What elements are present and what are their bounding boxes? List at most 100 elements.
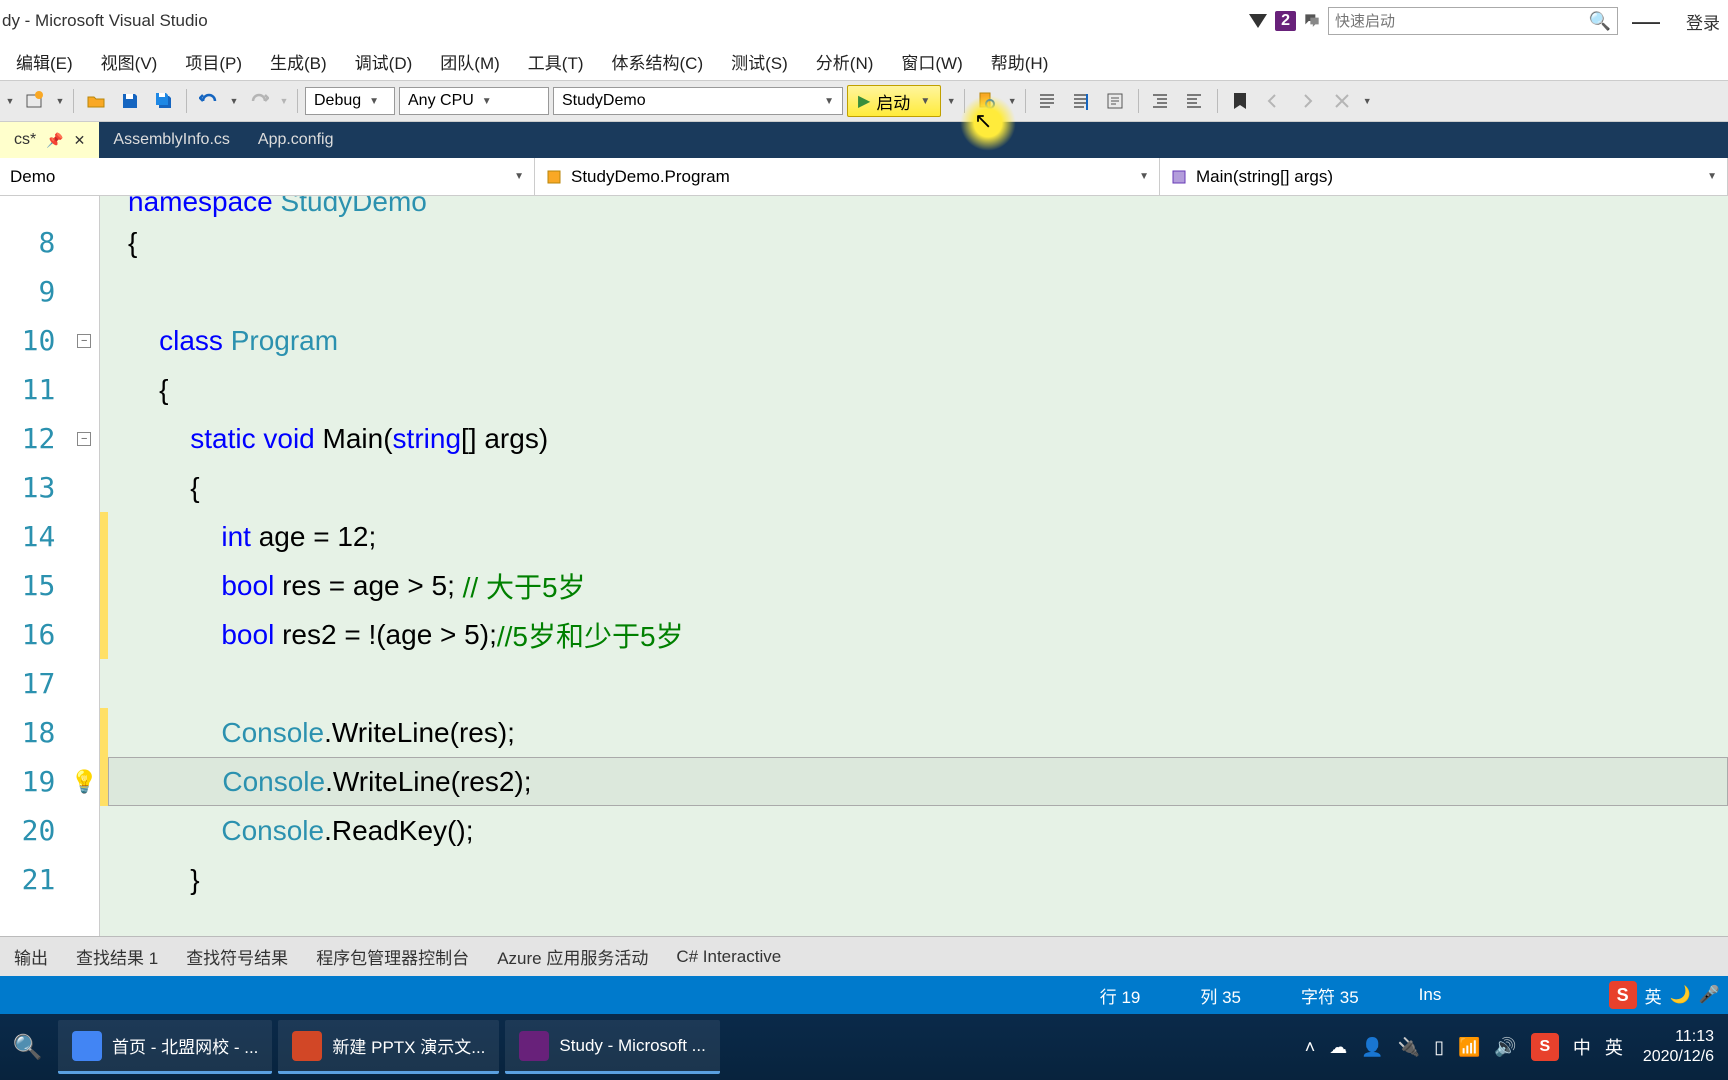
fold-icon[interactable]: − — [77, 432, 91, 446]
ime-badge[interactable]: S — [1609, 981, 1637, 1009]
minimize-button[interactable]: — — [1624, 5, 1668, 37]
tool-tab[interactable]: 输出 — [0, 936, 62, 977]
code-line[interactable]: Console.WriteLine(res2); — [108, 757, 1728, 806]
menu-item[interactable]: 视图(V) — [87, 43, 172, 80]
dropdown-icon[interactable]: ▼ — [1006, 96, 1018, 106]
platform-combo[interactable]: Any CPU▼ — [399, 87, 549, 115]
dropdown-icon[interactable]: ▼ — [278, 96, 290, 106]
onedrive-icon[interactable]: ☁ — [1329, 1037, 1347, 1058]
taskbar-clock[interactable]: 11:13 2020/12/6 — [1637, 1027, 1720, 1067]
code-line[interactable]: } — [108, 855, 1728, 904]
mic-icon[interactable]: 🎤 — [1699, 985, 1720, 1005]
new-project-icon[interactable] — [20, 86, 50, 116]
redo-icon[interactable] — [244, 86, 274, 116]
close-icon[interactable]: ✕ — [74, 132, 86, 149]
feedback-icon[interactable] — [1302, 11, 1322, 31]
toolbar-overflow[interactable]: ▼ — [4, 96, 16, 106]
tool-tab[interactable]: C# Interactive — [662, 939, 795, 975]
format-icon[interactable] — [1101, 86, 1131, 116]
code-line[interactable]: int age = 12; — [108, 512, 1728, 561]
taskbar-app[interactable]: 新建 PPTX 演示文... — [278, 1020, 499, 1074]
menu-item[interactable]: 生成(B) — [256, 43, 341, 80]
wifi-icon[interactable]: 📶 — [1458, 1037, 1480, 1058]
document-tab[interactable]: App.config — [244, 122, 348, 158]
code-line[interactable]: static void Main(string[] args) — [108, 414, 1728, 463]
line-number: 21 — [0, 863, 69, 896]
menu-item[interactable]: 工具(T) — [514, 43, 598, 80]
dropdown-icon[interactable]: ▼ — [54, 96, 66, 106]
prev-bookmark-icon[interactable] — [1259, 86, 1289, 116]
menu-item[interactable]: 编辑(E) — [2, 43, 87, 80]
menu-item[interactable]: 测试(S) — [717, 43, 802, 80]
outdent-icon[interactable] — [1180, 86, 1210, 116]
document-tab[interactable]: cs*📌✕ — [0, 122, 99, 158]
menu-item[interactable]: 帮助(H) — [977, 43, 1063, 80]
notification-badge[interactable]: 2 — [1275, 11, 1296, 31]
fold-icon[interactable]: − — [77, 334, 91, 348]
toolbar-overflow[interactable]: ▼ — [1361, 96, 1373, 106]
lightbulb-icon[interactable]: 💡 — [70, 769, 97, 795]
quick-launch-input[interactable] — [1335, 13, 1589, 30]
power-icon[interactable]: 🔌 — [1398, 1037, 1420, 1058]
startup-project-combo[interactable]: StudyDemo▼ — [553, 87, 843, 115]
undo-icon[interactable] — [194, 86, 224, 116]
open-icon[interactable] — [81, 86, 111, 116]
ime-lang[interactable]: 英 — [1645, 983, 1662, 1008]
member-nav-combo[interactable]: Main(string[] args)▼ — [1160, 158, 1728, 195]
start-debug-button[interactable]: ▶ 启动 ▼ — [847, 85, 941, 117]
login-button[interactable]: 登录 — [1674, 9, 1720, 34]
filter-icon[interactable] — [1249, 14, 1267, 28]
code-line[interactable]: bool res2 = !(age > 5);//5岁和少于5岁 — [108, 610, 1728, 659]
taskbar-app[interactable]: Study - Microsoft ... — [505, 1020, 719, 1074]
code-line[interactable]: bool res = age > 5; // 大于5岁 — [108, 561, 1728, 610]
clear-bookmarks-icon[interactable] — [1327, 86, 1357, 116]
code-line[interactable]: Console.WriteLine(res); — [108, 708, 1728, 757]
indent-icon[interactable] — [1146, 86, 1176, 116]
code-line[interactable]: class Program — [108, 316, 1728, 365]
menu-item[interactable]: 团队(M) — [426, 43, 513, 80]
quick-launch[interactable]: 🔍 — [1328, 7, 1618, 35]
menu-item[interactable]: 项目(P) — [171, 43, 256, 80]
code-line[interactable] — [108, 659, 1728, 708]
taskbar-app[interactable]: 首页 - 北盟网校 - ... — [58, 1020, 272, 1074]
tool-tab[interactable]: 查找符号结果 — [172, 936, 302, 977]
tool-tab[interactable]: 程序包管理器控制台 — [302, 936, 483, 977]
dropdown-icon[interactable]: ▼ — [228, 96, 240, 106]
people-icon[interactable]: 👤 — [1361, 1037, 1383, 1058]
search-icon[interactable]: 🔍 — [1589, 11, 1611, 32]
code-editor[interactable]: 8910−1112−13141516171819💡2021 namespace … — [0, 196, 1728, 936]
code-area[interactable]: namespace StudyDemo{ class Program { sta… — [100, 196, 1728, 936]
comment-out-icon[interactable] — [1033, 86, 1063, 116]
pin-icon[interactable]: 📌 — [46, 132, 63, 149]
bookmark-icon[interactable] — [1225, 86, 1255, 116]
project-nav-combo[interactable]: Demo▼ — [0, 158, 535, 195]
ime-mode[interactable]: 中 — [1573, 1034, 1591, 1060]
menu-item[interactable]: 体系结构(C) — [598, 43, 718, 80]
config-combo[interactable]: Debug▼ — [305, 87, 395, 115]
ime-tray-icon[interactable]: S — [1531, 1033, 1559, 1061]
code-line[interactable]: { — [108, 463, 1728, 512]
class-nav-combo[interactable]: StudyDemo.Program▼ — [535, 158, 1160, 195]
battery-icon[interactable]: ▯ — [1434, 1037, 1444, 1058]
next-bookmark-icon[interactable] — [1293, 86, 1323, 116]
tray-chevron-icon[interactable]: ˄ — [1305, 1037, 1316, 1058]
menu-item[interactable]: 调试(D) — [341, 43, 427, 80]
menu-item[interactable]: 分析(N) — [802, 43, 888, 80]
dropdown-icon[interactable]: ▼ — [945, 96, 957, 106]
find-in-files-icon[interactable] — [972, 86, 1002, 116]
code-line[interactable]: Console.ReadKey(); — [108, 806, 1728, 855]
code-line[interactable]: { — [108, 365, 1728, 414]
save-all-icon[interactable] — [149, 86, 179, 116]
tool-tab[interactable]: 查找结果 1 — [62, 936, 172, 977]
taskbar-search-icon[interactable]: 🔍 — [0, 1033, 55, 1062]
code-line[interactable]: { — [108, 218, 1728, 267]
tool-tab[interactable]: Azure 应用服务活动 — [483, 936, 662, 977]
code-line[interactable] — [108, 267, 1728, 316]
save-icon[interactable] — [115, 86, 145, 116]
uncomment-icon[interactable] — [1067, 86, 1097, 116]
menu-item[interactable]: 窗口(W) — [887, 43, 976, 80]
volume-icon[interactable]: 🔊 — [1494, 1037, 1516, 1058]
ime-lang[interactable]: 英 — [1605, 1034, 1623, 1060]
document-tab[interactable]: AssemblyInfo.cs — [99, 122, 243, 158]
moon-icon[interactable]: 🌙 — [1670, 985, 1691, 1005]
